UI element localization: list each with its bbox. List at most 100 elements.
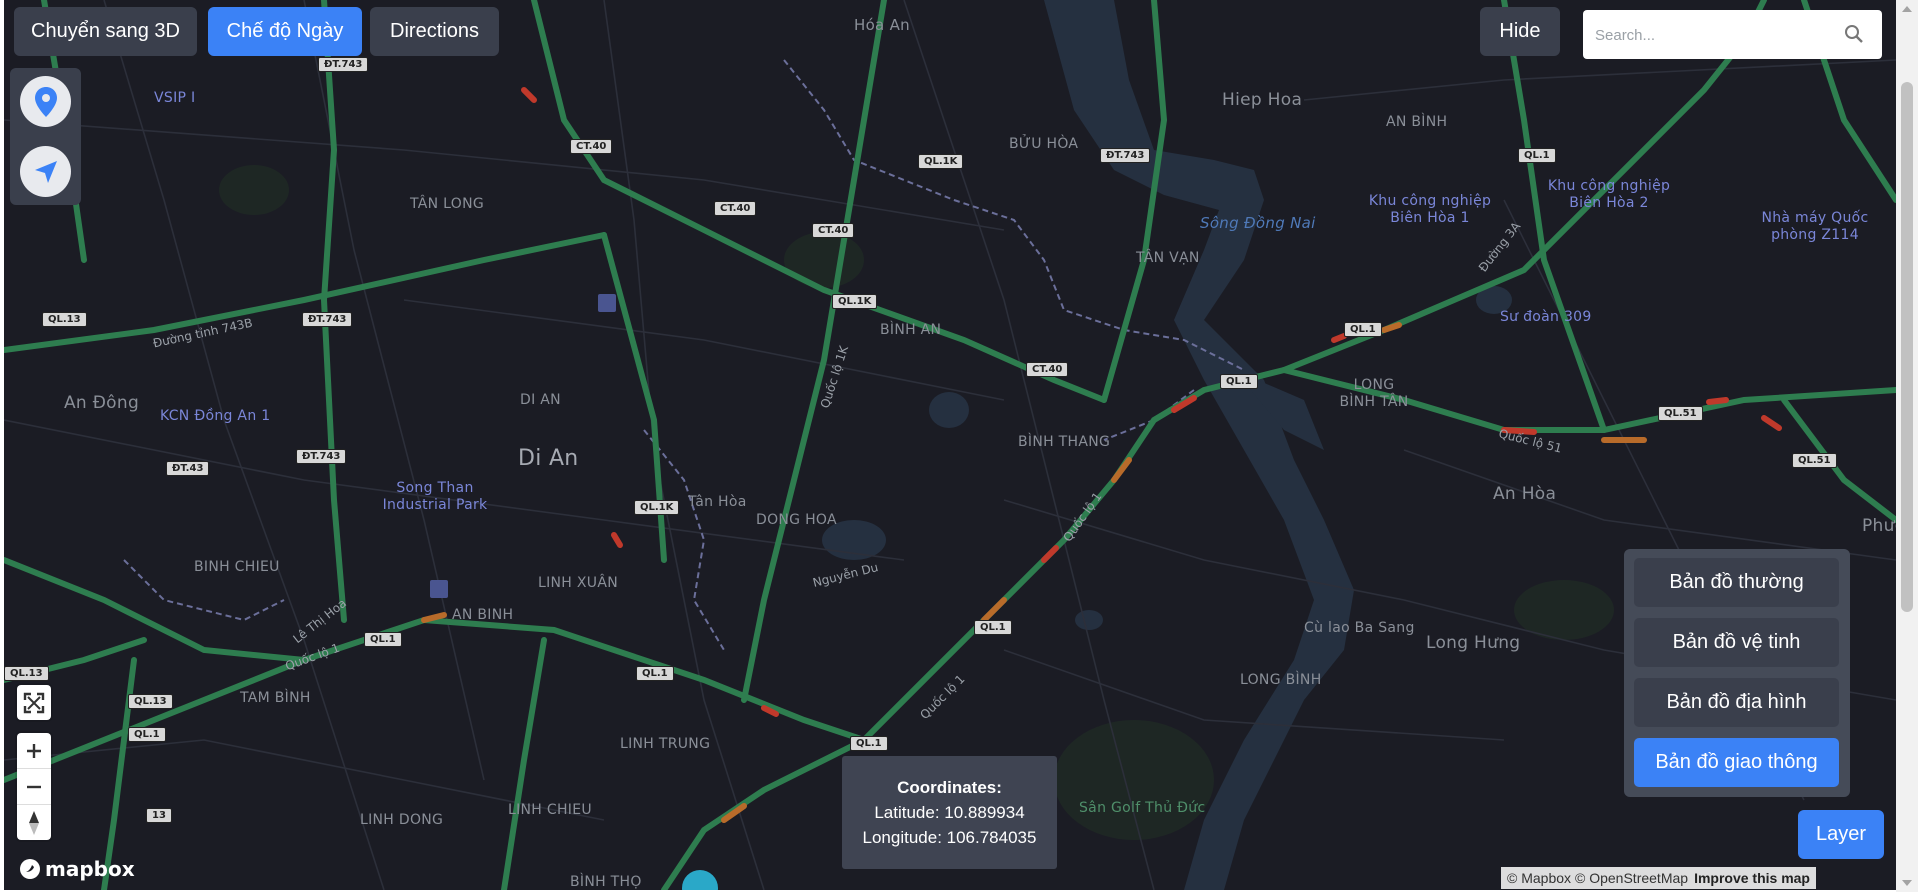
directions-button[interactable]: Directions: [370, 7, 499, 56]
fullscreen-icon[interactable]: [17, 685, 51, 720]
road-shield: QL.1: [1518, 148, 1556, 163]
fullscreen-control[interactable]: [17, 685, 51, 720]
layer-panel: Bản đồ thường Bản đồ vệ tinh Bản đồ địa …: [1624, 549, 1850, 797]
search-box: [1583, 10, 1882, 59]
place-label: Long Hưng: [1426, 633, 1521, 653]
road-shield: QL.1K: [634, 500, 680, 515]
road-shield: QL.1: [364, 632, 402, 647]
road-shield: QL.1: [1344, 322, 1382, 337]
road-shield: QL.1K: [918, 154, 964, 169]
place-label: Hóa An: [854, 16, 910, 34]
day-mode-button[interactable]: Chế độ Ngày: [208, 7, 362, 56]
longitude-value: Longitude: 106.784035: [862, 828, 1037, 847]
poi-label: VSIP I: [154, 90, 196, 106]
place-label: Tân Hòa: [688, 494, 747, 510]
side-control-panel: [10, 68, 81, 205]
layer-terrain-button[interactable]: Bản đồ địa hình: [1634, 678, 1839, 727]
place-label: BỬU HÒA: [1009, 136, 1079, 152]
place-label: An Hòa: [1493, 484, 1557, 504]
mapbox-logo: mapbox: [18, 857, 135, 881]
place-label: BÌNH AN: [880, 322, 942, 338]
navigate-button[interactable]: [20, 146, 71, 197]
page-scrollbar[interactable]: [1896, 0, 1918, 892]
road-shield: QL.51: [1658, 406, 1703, 421]
latitude-value: Latitude: 10.889934: [874, 803, 1025, 822]
road-shield: CT.40: [714, 201, 757, 216]
place-label: AN BÌNH: [1386, 114, 1448, 130]
place-label: LINH XUÂN: [538, 575, 618, 591]
place-label: TÂN LONG: [410, 196, 485, 212]
poi-label: Song Than Industrial Park: [382, 480, 488, 513]
layer-normal-button[interactable]: Bản đồ thường: [1634, 558, 1839, 607]
place-label: DONG HOA: [756, 512, 837, 528]
coordinates-title: Coordinates:: [897, 778, 1002, 797]
road-shield: CT.40: [812, 223, 855, 238]
zoom-out-icon[interactable]: [17, 769, 51, 805]
road-shield: QL.1: [850, 736, 888, 751]
road-shield: CT.40: [1026, 362, 1069, 377]
place-label: An Đông: [64, 393, 140, 413]
coordinates-box: Coordinates: Latitude: 10.889934 Longitu…: [842, 756, 1057, 869]
road-shield: QL.51: [1792, 453, 1837, 468]
place-label: Hiep Hoa: [1222, 90, 1303, 110]
place-label: AN BINH: [452, 607, 514, 623]
map-pin-icon: [34, 86, 57, 117]
place-label: TAM BÌNH: [240, 690, 311, 706]
poi-label: Khu công nghiệp Biên Hòa 1: [1368, 193, 1492, 226]
place-label: LINH DONG: [360, 812, 444, 828]
poi-label: Sư đoàn 309: [1500, 309, 1592, 325]
place-label: DI AN: [520, 392, 561, 408]
road-shield: ĐT.743: [296, 449, 347, 464]
locate-button[interactable]: [20, 76, 71, 127]
road-shield: QL.1: [1220, 374, 1258, 389]
road-shield: QL.1: [974, 620, 1012, 635]
zoom-in-icon[interactable]: [17, 733, 51, 769]
road-shield: QL.1: [636, 666, 674, 681]
mapbox-logo-text: mapbox: [45, 857, 135, 881]
compass-icon[interactable]: [17, 805, 51, 840]
road-shield: ĐT.43: [166, 461, 210, 476]
transit-icon: [598, 294, 616, 312]
location-marker-icon: [682, 870, 718, 890]
layer-toggle-button[interactable]: Layer: [1798, 810, 1884, 859]
place-label: LONG BÌNH: [1240, 672, 1322, 688]
scroll-down-icon[interactable]: [1902, 880, 1912, 886]
road-shield: CT.40: [570, 139, 613, 154]
place-label: Di An: [518, 446, 579, 471]
transit-icon: [430, 580, 448, 598]
toggle-3d-button[interactable]: Chuyển sang 3D: [14, 7, 197, 56]
place-label: Phướ: [1862, 516, 1896, 536]
place-label: TÂN VẠN: [1136, 250, 1200, 266]
navigation-arrow-icon: [34, 160, 57, 183]
place-label: Cù lao Ba Sang: [1304, 620, 1415, 636]
road-shield: QL.13: [128, 694, 173, 709]
search-input[interactable]: [1593, 22, 1837, 48]
attribution-osm[interactable]: © OpenStreetMap: [1575, 870, 1688, 886]
place-label: LONG BÌNH TÂN: [1339, 377, 1409, 410]
river-label: Sông Đồng Nai: [1200, 214, 1316, 232]
place-label: LINH TRUNG: [620, 736, 711, 752]
hide-button[interactable]: Hide: [1480, 7, 1560, 56]
layer-satellite-button[interactable]: Bản đồ vệ tinh: [1634, 618, 1839, 667]
road-shield: ĐT.743: [1100, 148, 1151, 163]
road-shield: 13: [146, 808, 172, 823]
attribution-bar: © Mapbox © OpenStreetMap Improve this ma…: [1501, 867, 1816, 889]
layer-traffic-button[interactable]: Bản đồ giao thông: [1634, 738, 1839, 787]
poi-label: Khu công nghiệp Biên Hòa 2: [1547, 178, 1671, 211]
road-shield: QL.1K: [832, 294, 878, 309]
improve-map-link[interactable]: Improve this map: [1694, 870, 1810, 886]
park-label: Sân Golf Thủ Đức: [1079, 800, 1206, 816]
place-label: BÌNH THỌ: [570, 874, 642, 890]
road-shield: QL.13: [4, 666, 49, 681]
scroll-up-icon[interactable]: [1902, 6, 1912, 12]
poi-label: Nhà máy Quốc phòng Z114: [1761, 210, 1869, 243]
road-shield: ĐT.743: [318, 57, 369, 72]
place-label: BINH CHIEU: [194, 559, 280, 575]
attribution-mapbox[interactable]: © Mapbox: [1507, 870, 1571, 886]
poi-label: KCN Đồng An 1: [160, 408, 271, 424]
zoom-control-group: [17, 733, 51, 840]
scrollbar-thumb[interactable]: [1901, 82, 1913, 612]
place-label: LINH CHIEU: [508, 802, 592, 818]
road-shield: ĐT.743: [302, 312, 353, 327]
search-icon[interactable]: [1844, 24, 1864, 49]
